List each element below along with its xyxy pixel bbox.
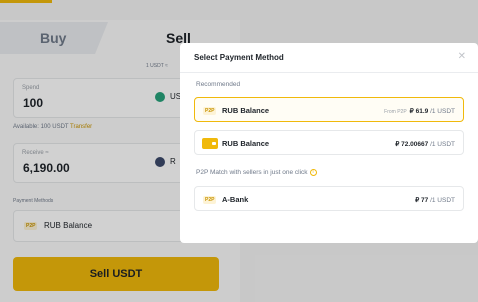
modal-divider [180, 72, 478, 73]
recommended-label: Recommended [196, 81, 241, 88]
option-price: ₽ 72.00667 /1 USDT [395, 140, 455, 148]
payment-method-modal: Select Payment Method ✕ Recommended P2P … [180, 43, 478, 243]
option-name: RUB Balance [222, 106, 270, 115]
price-value: ₽ 72.00667 [395, 141, 429, 148]
p2p-match-label: P2P Match with sellers in just one click… [196, 169, 317, 176]
option-price: From P2P ₽ 61.9 /1 USDT [384, 107, 455, 115]
option-p2p-rub-balance[interactable]: P2P RUB Balance From P2P ₽ 61.9 /1 USDT [194, 97, 464, 122]
wallet-icon [202, 138, 218, 149]
option-name: A-Bank [222, 195, 249, 204]
modal-title: Select Payment Method [194, 53, 284, 62]
from-p2p-text: From P2P [384, 109, 407, 115]
price-value: ₽ 61.9 [409, 108, 429, 115]
option-price: ₽ 77 /1 USDT [415, 196, 455, 204]
price-unit: /1 USDT [430, 141, 455, 148]
option-p2p-a-bank[interactable]: P2P A-Bank ₽ 77 /1 USDT [194, 186, 464, 211]
p2p-match-text: P2P Match with sellers in just one click [196, 169, 308, 177]
price-value: ₽ 77 [415, 197, 429, 204]
p2p-tag: P2P [203, 107, 217, 115]
close-icon[interactable]: ✕ [458, 51, 466, 62]
info-icon[interactable]: i [309, 169, 317, 176]
option-wallet-rub-balance[interactable]: RUB Balance ₽ 72.00667 /1 USDT [194, 130, 464, 155]
option-name: RUB Balance [222, 139, 270, 148]
p2p-tag: P2P [203, 196, 217, 204]
price-unit: /1 USDT [430, 197, 455, 204]
price-unit: /1 USDT [430, 108, 455, 115]
